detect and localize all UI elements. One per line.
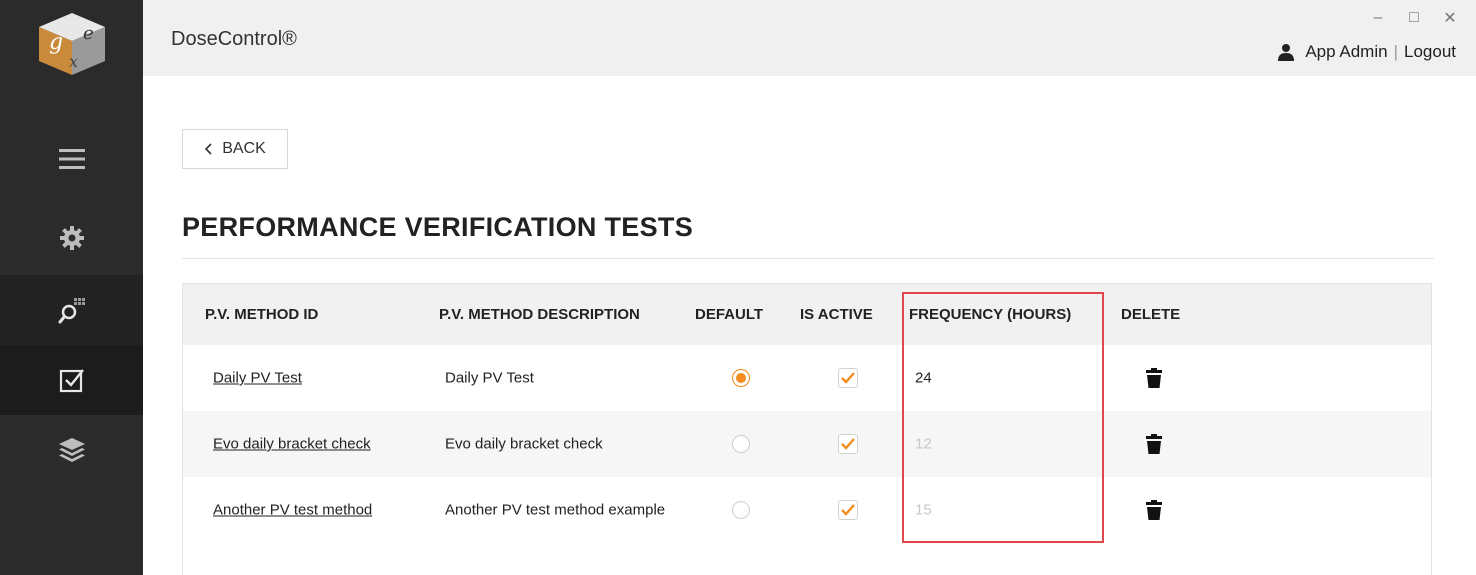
default-radio[interactable] [732, 435, 750, 453]
table-row: Daily PV Test Daily PV Test 24 [183, 345, 1431, 411]
frequency-value[interactable]: 15 [915, 502, 932, 519]
trash-icon[interactable] [1145, 433, 1163, 455]
column-header-frequency: FREQUENCY (HOURS) [909, 306, 1072, 323]
svg-text:x: x [69, 52, 78, 71]
layers-icon [58, 438, 85, 462]
is-active-checkbox[interactable] [838, 368, 858, 388]
sidebar-item-settings[interactable] [0, 203, 143, 273]
sidebar-item-verification[interactable] [0, 345, 143, 415]
app-logo: g e x [0, 0, 143, 88]
close-icon[interactable]: ✕ [1442, 8, 1458, 28]
header: DoseControl® – □ ✕ App Admin | Logout [143, 0, 1476, 76]
back-button[interactable]: BACK [182, 129, 288, 169]
column-header-default: DEFAULT [695, 306, 764, 323]
checkmark-icon [841, 504, 855, 516]
column-header-delete: DELETE [1121, 306, 1181, 323]
window-controls: – □ ✕ [1370, 8, 1458, 28]
hamburger-menu-icon [58, 149, 85, 169]
table-row: Another PV test method Another PV test m… [183, 477, 1431, 543]
method-id-link[interactable]: Evo daily bracket check [213, 436, 371, 453]
user-name: App Admin [1305, 42, 1388, 61]
method-description: Evo daily bracket check [445, 435, 603, 453]
minimize-icon[interactable]: – [1370, 9, 1386, 27]
divider [182, 258, 1434, 259]
checkbox-icon [59, 369, 84, 393]
checkmark-icon [841, 438, 855, 450]
user-icon [1278, 44, 1295, 61]
user-separator: | [1393, 42, 1398, 61]
table-row: Evo daily bracket check Evo daily bracke… [183, 411, 1431, 477]
checkmark-icon [841, 372, 855, 384]
back-label: BACK [222, 140, 266, 157]
frequency-value[interactable]: 24 [915, 370, 932, 387]
column-header-is-active: IS ACTIVE [800, 306, 873, 323]
chevron-left-icon [205, 143, 212, 155]
method-id-link[interactable]: Daily PV Test [213, 370, 302, 387]
column-header-method-id: P.V. METHOD ID [205, 306, 319, 323]
trash-icon[interactable] [1145, 367, 1163, 389]
table-header: P.V. METHOD ID P.V. METHOD DESCRIPTION D… [183, 284, 1431, 345]
sidebar: g e x [0, 0, 143, 575]
default-radio[interactable] [732, 501, 750, 519]
page-title: PERFORMANCE VERIFICATION TESTS [182, 212, 694, 242]
is-active-checkbox[interactable] [838, 500, 858, 520]
sidebar-item-layers[interactable] [0, 415, 143, 485]
user-area: App Admin | Logout [1277, 42, 1456, 62]
svg-text:e: e [83, 23, 94, 44]
sidebar-item-menu[interactable] [0, 124, 143, 194]
logout-link[interactable]: Logout [1404, 42, 1456, 62]
trash-icon[interactable] [1145, 499, 1163, 521]
is-active-checkbox[interactable] [838, 434, 858, 454]
sidebar-item-search[interactable] [0, 275, 143, 345]
search-grid-icon [58, 298, 85, 324]
column-header-description: P.V. METHOD DESCRIPTION [439, 306, 640, 323]
method-description: Daily PV Test [445, 369, 534, 387]
pv-tests-table: P.V. METHOD ID P.V. METHOD DESCRIPTION D… [182, 283, 1432, 575]
method-description: Another PV test method example [445, 501, 666, 519]
svg-text:g: g [49, 30, 63, 55]
method-id-link[interactable]: Another PV test method [213, 502, 372, 519]
frequency-value[interactable]: 12 [915, 436, 932, 453]
default-radio[interactable] [732, 369, 750, 387]
gear-icon [59, 226, 84, 250]
maximize-icon[interactable]: □ [1406, 9, 1422, 27]
app-title: DoseControl® [171, 28, 297, 50]
